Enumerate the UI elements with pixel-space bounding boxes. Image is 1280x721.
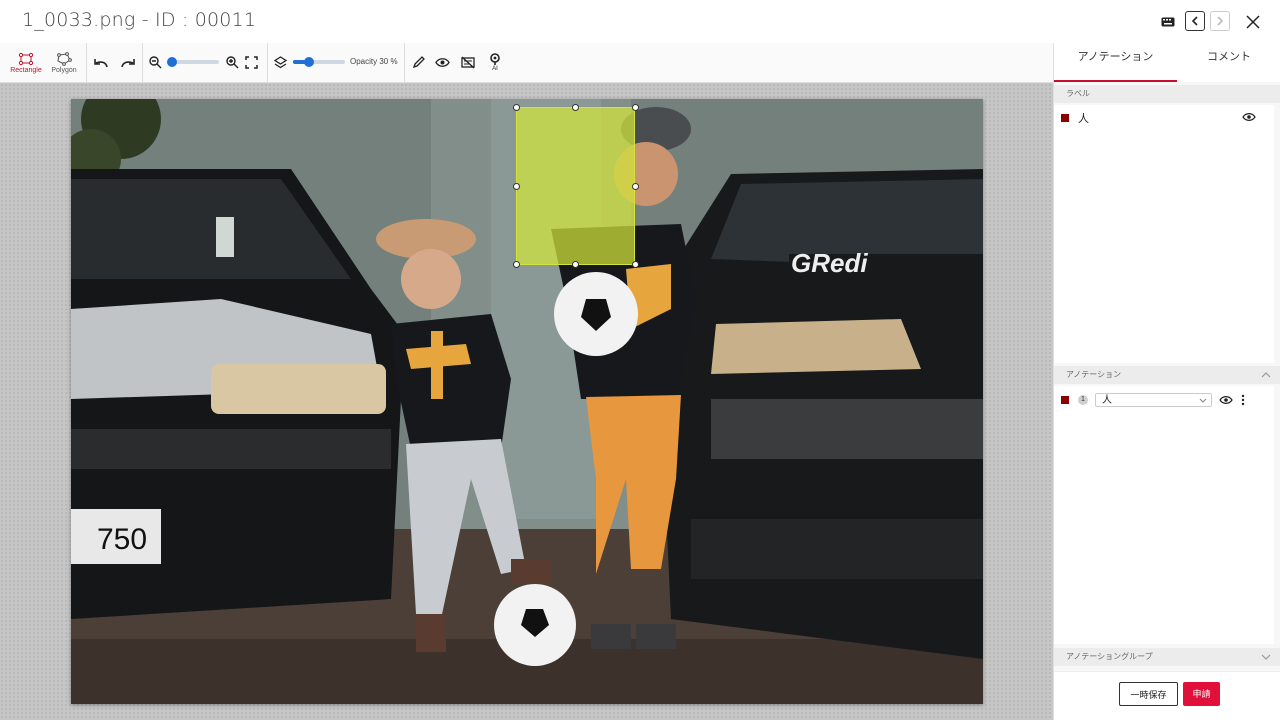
annotation-label-value: 人: [1102, 395, 1112, 406]
tab-annotation[interactable]: アノテーション: [1054, 43, 1177, 82]
pencil-icon: [412, 56, 425, 69]
bbox-handle-top-right[interactable]: [632, 104, 639, 111]
tab-comment[interactable]: コメント: [1177, 43, 1280, 82]
eye-icon: [434, 58, 450, 67]
hide-label-icon: [461, 56, 475, 69]
polygon-tool[interactable]: Polygon: [48, 43, 80, 82]
undo-icon: [94, 58, 108, 67]
zoom-in-icon: [225, 56, 238, 69]
svg-text:750: 750: [97, 523, 147, 556]
zoom-slider-knob[interactable]: [167, 57, 177, 67]
annotation-label-select[interactable]: 人: [1095, 393, 1212, 407]
sidebar-footer: 一時保存 申請: [1054, 671, 1280, 721]
label-item[interactable]: 人: [1054, 107, 1274, 129]
opacity-slider-knob[interactable]: [303, 57, 314, 67]
bbox-handle-top[interactable]: [572, 104, 579, 111]
edit-button[interactable]: [410, 43, 426, 82]
save-temp-button[interactable]: 一時保存: [1119, 682, 1178, 706]
annotation-list: 1 人: [1054, 386, 1274, 644]
polygon-tool-label: Polygon: [51, 66, 77, 74]
fullscreen-icon: [244, 56, 258, 69]
zoom-in-button[interactable]: [224, 43, 240, 82]
layers-icon: [273, 56, 287, 69]
bbox-handle-bottom[interactable]: [572, 261, 579, 268]
label-list: 人: [1054, 105, 1274, 363]
rectangle-tool[interactable]: Rectangle: [8, 43, 44, 82]
close-icon: [1246, 15, 1260, 29]
annotation-section-header[interactable]: アノテーション: [1054, 366, 1280, 384]
chevron-right-icon: [1217, 16, 1224, 26]
next-image-button[interactable]: [1210, 11, 1230, 31]
bbox-handle-left[interactable]: [513, 183, 520, 190]
ai-label: AI: [492, 66, 498, 72]
keyboard-icon[interactable]: [1160, 11, 1176, 33]
toolbar-divider: [142, 43, 143, 82]
bbox-handle-top-left[interactable]: [513, 104, 520, 111]
window-title: 1_0033.png - ID : 00011: [22, 9, 257, 31]
annotation-section-title: アノテーション: [1066, 370, 1122, 379]
toolbar-divider: [86, 43, 87, 82]
visibility-button[interactable]: [433, 43, 451, 82]
previous-image-button[interactable]: [1185, 11, 1205, 31]
title-bar: 1_0033.png - ID : 00011: [0, 0, 1280, 43]
redo-button[interactable]: [119, 43, 137, 82]
toolbar-divider: [404, 43, 405, 82]
layers-button[interactable]: [272, 43, 288, 82]
bbox-handle-bottom-left[interactable]: [513, 261, 520, 268]
ai-pin-icon: [490, 53, 500, 65]
bbox-handle-right[interactable]: [632, 183, 639, 190]
bbox-handle-bottom-right[interactable]: [632, 261, 639, 268]
close-button[interactable]: [1243, 11, 1263, 33]
label-visibility-toggle[interactable]: [1242, 112, 1256, 122]
redo-icon: [121, 58, 135, 67]
label-color-swatch: [1061, 114, 1069, 122]
label-section-header[interactable]: ラベル: [1054, 85, 1280, 103]
undo-button[interactable]: [92, 43, 110, 82]
svg-text:GRedi: GRedi: [791, 248, 868, 278]
chevron-down-icon: [1199, 394, 1207, 408]
sidebar-tabs: アノテーション コメント: [1054, 43, 1280, 82]
ai-assist-button[interactable]: AI: [487, 43, 503, 82]
annotation-visibility-toggle[interactable]: [1219, 395, 1233, 405]
eye-icon: [1242, 113, 1256, 121]
annotation-group-section-header[interactable]: アノテーショングループ: [1054, 648, 1280, 666]
chevron-left-icon: [1191, 16, 1198, 26]
opacity-label: Opacity 30 %: [350, 57, 398, 66]
more-options-icon[interactable]: [1241, 394, 1245, 406]
bounding-box-person[interactable]: [516, 107, 635, 265]
annotation-toolbar: Rectangle Polygon Opacity 30 % AI: [0, 43, 1053, 83]
zoom-out-button[interactable]: [147, 43, 163, 82]
label-name: 人: [1078, 113, 1089, 125]
label-section-title: ラベル: [1066, 89, 1090, 98]
hide-annotations-button[interactable]: [460, 43, 476, 82]
rectangle-tool-label: Rectangle: [10, 66, 42, 74]
annotation-item[interactable]: 1 人: [1054, 389, 1274, 411]
annotation-color-swatch: [1061, 396, 1069, 404]
opacity-slider[interactable]: [293, 57, 345, 67]
polygon-icon: [57, 51, 72, 66]
chevron-up-icon[interactable]: [1261, 366, 1271, 384]
annotation-index-badge: 1: [1078, 395, 1088, 405]
zoom-out-icon: [148, 56, 161, 69]
chevron-down-icon[interactable]: [1261, 648, 1271, 666]
toolbar-divider: [267, 43, 268, 82]
eye-icon: [1219, 396, 1233, 404]
rectangle-icon: [18, 52, 34, 65]
apply-button[interactable]: 申請: [1183, 682, 1220, 706]
annotation-group-section-title: アノテーショングループ: [1066, 652, 1153, 661]
zoom-slider[interactable]: [167, 57, 219, 67]
fit-screen-button[interactable]: [243, 43, 259, 82]
right-sidebar: アノテーション コメント ラベル 人 アノテーション 1 人 アノテーショングル…: [1053, 43, 1280, 721]
